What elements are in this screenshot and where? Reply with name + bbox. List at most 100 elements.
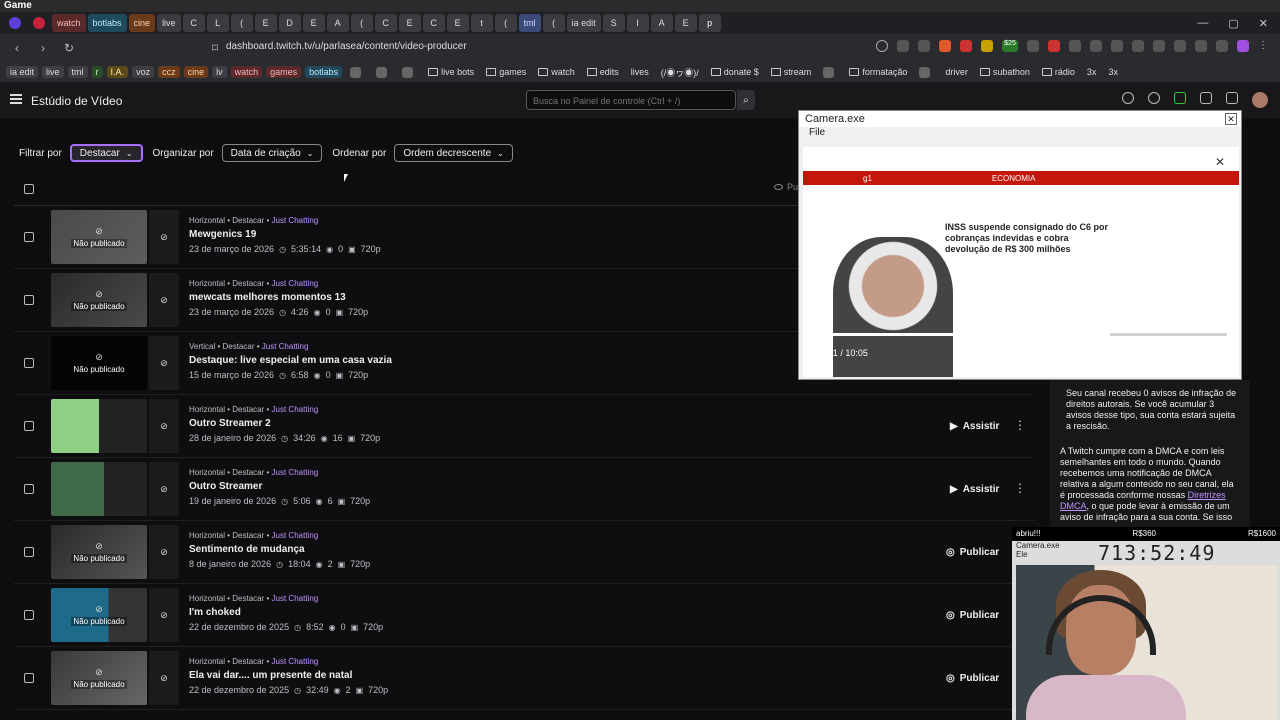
bookmark-item[interactable]: cine [183, 66, 209, 78]
bookmark-item[interactable] [398, 66, 420, 79]
video-thumbnail[interactable]: ⊘ Não publicado [51, 273, 147, 327]
search-icon[interactable]: ⌕ [737, 90, 755, 110]
publish-button[interactable]: ◎ Publicar [940, 605, 1005, 625]
video-row[interactable]: ⊘ Não publicado ⊘ Horizontal • Destacar • J… [14, 584, 1034, 647]
browser-tab[interactable]: live [157, 14, 181, 32]
extension-icon[interactable] [1027, 40, 1039, 52]
select-all-checkbox[interactable] [24, 184, 34, 194]
video-category[interactable]: Just Chatting [272, 279, 319, 288]
publish-column-header[interactable]: Pu [774, 182, 798, 192]
browser-tab[interactable] [4, 14, 26, 32]
brave-icon[interactable] [939, 40, 951, 52]
video-category[interactable]: Just Chatting [262, 342, 309, 351]
browser-tab[interactable]: p [698, 14, 721, 32]
row-checkbox[interactable] [24, 673, 34, 683]
bookmark-item[interactable]: formatação [845, 66, 911, 78]
video-thumbnail[interactable]: ⊘ Não publicado [51, 210, 147, 264]
browser-tab[interactable]: I [626, 14, 649, 32]
browser-tab[interactable]: t [470, 14, 493, 32]
thumbnail-visibility[interactable]: ⊘ [149, 273, 179, 327]
video-thumbnail[interactable]: ⊘ Não publicado [51, 525, 147, 579]
bookmark-item[interactable]: r [91, 66, 103, 78]
extension-icon[interactable] [981, 40, 993, 52]
video-title[interactable]: Outro Streamer 2 [189, 418, 271, 429]
video-title[interactable]: mewcats melhores momentos 13 [189, 292, 346, 303]
video-row[interactable]: ⊘ Não publicado ⊘ Horizontal • Destacar • J… [14, 521, 1034, 584]
browser-tab[interactable]: cine [128, 14, 156, 32]
bookmark-item[interactable]: donate $ [707, 66, 763, 78]
bookmark-item[interactable]: botlabs [305, 66, 343, 78]
video-title[interactable]: Sentimento de mudança [189, 544, 305, 555]
watch-button[interactable]: ▶ Assistir [944, 479, 1005, 499]
share-icon[interactable] [897, 40, 909, 52]
video-category[interactable]: Just Chatting [272, 216, 319, 225]
browser-tab[interactable]: ( [542, 14, 565, 32]
browser-tab[interactable]: E [254, 14, 277, 32]
url-field[interactable]: dashboard.twitch.tv/u/parlasea/content/v… [226, 41, 467, 52]
sort-dropdown[interactable]: Ordem decrescente ⌄ [394, 144, 513, 162]
bookmark-item[interactable]: ia edit [6, 66, 39, 78]
video-category[interactable]: Just Chatting [272, 594, 319, 603]
hamburger-menu-icon[interactable] [10, 94, 22, 104]
extension-icon[interactable] [1111, 40, 1123, 52]
camera-window-titlebar[interactable]: Camera.exe ✕ [799, 111, 1241, 127]
inbox-icon[interactable] [1200, 92, 1212, 104]
browser-tab[interactable]: A [650, 14, 673, 32]
close-window-icon[interactable]: ✕ [1259, 17, 1268, 30]
browser-tab[interactable] [28, 14, 50, 32]
menu-icon[interactable]: ⋮ [1258, 40, 1270, 52]
bookmark-item[interactable]: lives [627, 66, 653, 78]
browser-tab[interactable]: ( [230, 14, 253, 32]
watch-button[interactable]: ▶ Assistir [944, 416, 1005, 436]
extension-icon[interactable] [1153, 40, 1165, 52]
extension-icon[interactable] [1195, 40, 1207, 52]
shield-icon[interactable] [1216, 40, 1228, 52]
play-icon[interactable]: ▶ [1017, 343, 1026, 357]
extension-icon[interactable] [1174, 40, 1186, 52]
notifications-icon[interactable] [1122, 92, 1134, 104]
bookmark-item[interactable]: live [42, 66, 64, 78]
thumbnail-visibility[interactable]: ⊘ [149, 588, 179, 642]
thumbnail-visibility[interactable]: ⊘ [149, 651, 179, 705]
browser-tab[interactable]: E [446, 14, 469, 32]
bookmark-item[interactable]: voz [132, 66, 155, 78]
search-input[interactable] [527, 92, 735, 110]
bookmark-item[interactable] [819, 66, 841, 79]
bookmark-item[interactable]: ccz [158, 66, 180, 78]
thumbnail-visibility[interactable]: ⊘ [149, 525, 179, 579]
thumbnail-visibility[interactable]: ⊘ [149, 399, 179, 453]
browser-tab[interactable]: E [302, 14, 325, 32]
bookmark-item[interactable]: watch [534, 66, 579, 78]
bookmark-item[interactable] [372, 66, 394, 79]
video-category[interactable]: Just Chatting [272, 405, 319, 414]
bookmark-item[interactable]: subathon [976, 66, 1034, 78]
browser-tab[interactable]: L [206, 14, 229, 32]
video-thumbnail[interactable] [51, 462, 147, 516]
whispers-icon[interactable] [1226, 92, 1238, 104]
more-options-icon[interactable]: ⋮ [1014, 418, 1026, 432]
browser-tab[interactable]: botlabs [87, 14, 127, 32]
bookmark-item[interactable]: tml [67, 66, 88, 78]
maximize-icon[interactable]: ▢ [1228, 17, 1238, 30]
row-checkbox[interactable] [24, 610, 34, 620]
thumbnail-visibility[interactable]: ⊘ [149, 462, 179, 516]
browser-tab[interactable]: S [602, 14, 625, 32]
bookmark-item[interactable] [346, 66, 368, 79]
row-checkbox[interactable] [24, 547, 34, 557]
bookmark-item[interactable]: I.A. [106, 66, 129, 78]
browser-tab[interactable]: ia edit [566, 14, 601, 32]
video-title[interactable]: Ela vai dar.... um presente de natal [189, 670, 352, 681]
back-icon[interactable]: ‹ [8, 39, 26, 57]
avatar[interactable] [1252, 92, 1268, 108]
video-thumbnail[interactable] [51, 399, 147, 453]
organize-dropdown[interactable]: Data de criação ⌄ [221, 144, 323, 162]
bookmark-item[interactable]: (/◉ヮ◉)/ [657, 65, 703, 80]
row-checkbox[interactable] [24, 295, 34, 305]
zoom-icon[interactable] [876, 40, 888, 52]
extension-icon[interactable] [1237, 40, 1249, 52]
magic-wand-icon[interactable] [1174, 92, 1186, 104]
thumbnail-visibility[interactable]: ⊘ [149, 210, 179, 264]
browser-tab[interactable]: C [422, 14, 445, 32]
browser-tab[interactable]: E [674, 14, 697, 32]
browser-tab[interactable]: C [374, 14, 397, 32]
